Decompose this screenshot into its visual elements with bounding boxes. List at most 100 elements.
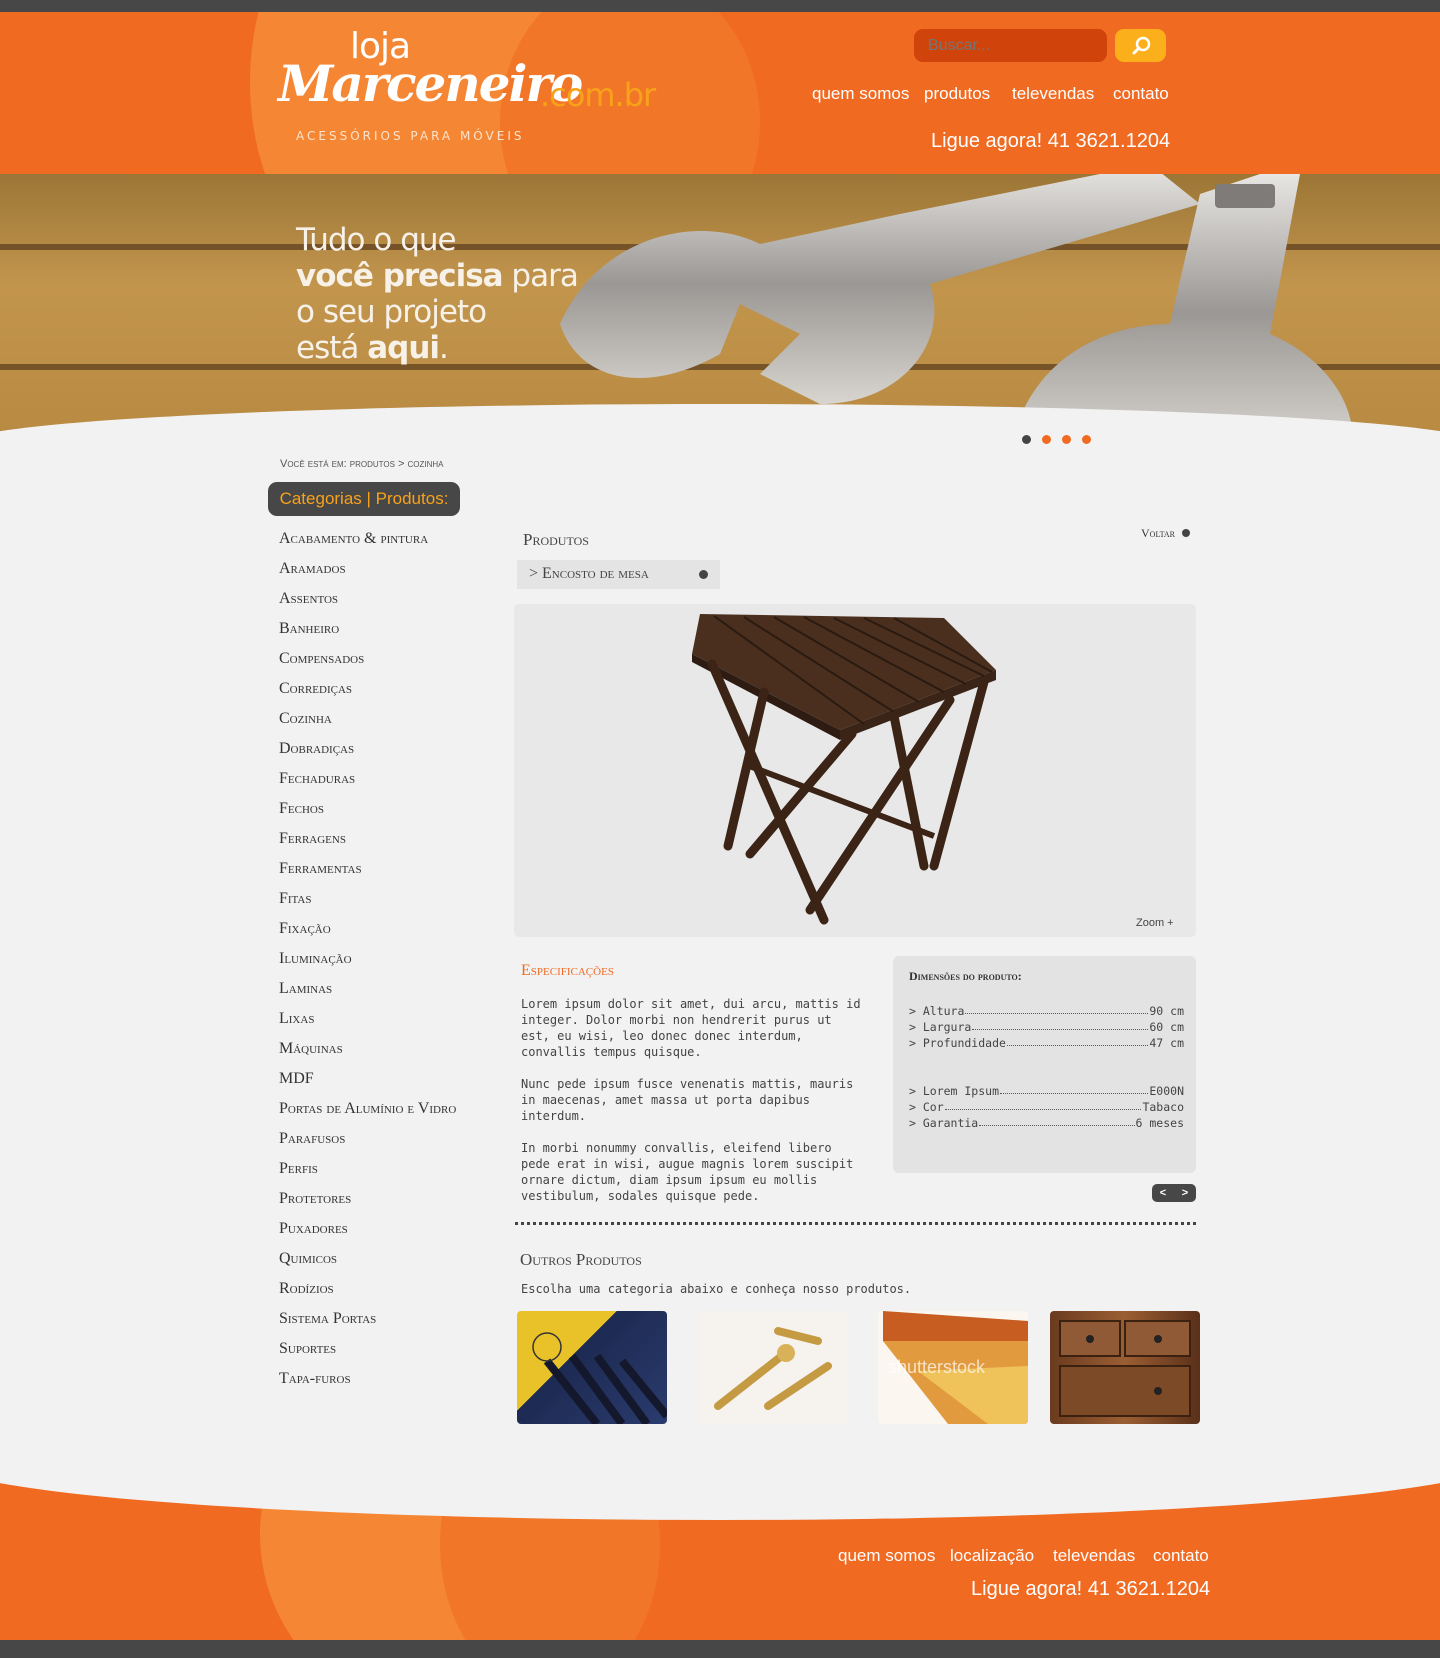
- category-item[interactable]: Perfis: [279, 1160, 456, 1190]
- dimensions-title: Dimensões do produto:: [909, 969, 1022, 983]
- product-name: > Encosto de mesa: [529, 565, 649, 582]
- dimension-row: > Cor Tabaco: [909, 1100, 1184, 1114]
- dimension-value: 90 cm: [1149, 1004, 1184, 1018]
- dimension-label: > Altura: [909, 1004, 965, 1018]
- category-item[interactable]: Fixação: [279, 920, 456, 950]
- category-item[interactable]: Lixas: [279, 1010, 456, 1040]
- category-item[interactable]: Ferragens: [279, 830, 456, 860]
- product-photo[interactable]: [514, 604, 1196, 937]
- category-item[interactable]: Corrediças: [279, 680, 456, 710]
- search-input[interactable]: [914, 29, 1107, 62]
- pin-icon: [1181, 529, 1190, 537]
- pin-icon: [699, 570, 708, 579]
- back-link[interactable]: Voltar: [1141, 526, 1190, 541]
- table-image: [692, 614, 996, 925]
- other-products-title: Outros Produtos: [520, 1250, 642, 1269]
- dimension-row: > Altura 90 cm: [909, 1004, 1184, 1018]
- dimension-label: > Profundidade: [909, 1036, 1006, 1050]
- category-item[interactable]: Ferramentas: [279, 860, 456, 890]
- dotted-leader: [1006, 1036, 1149, 1046]
- slider-dot-1[interactable]: [1022, 435, 1031, 444]
- specs-title: Especificações: [521, 962, 614, 979]
- footer-nav-contato[interactable]: contato: [1153, 1546, 1209, 1566]
- category-item[interactable]: Sistema Portas: [279, 1310, 456, 1340]
- footer-nav-localizacao[interactable]: localização: [950, 1546, 1034, 1566]
- category-item[interactable]: Suportes: [279, 1340, 456, 1370]
- footer-nav-televendas[interactable]: televendas: [1053, 1546, 1135, 1566]
- site-logo[interactable]: loja Marceneiro .com.br ACESSÓRIOS PARA …: [278, 26, 658, 146]
- category-item[interactable]: Parafusos: [279, 1130, 456, 1160]
- banding-image: shutterstock: [883, 1311, 1028, 1424]
- category-item[interactable]: Fitas: [279, 890, 456, 920]
- category-item[interactable]: Tapa-furos: [279, 1370, 456, 1400]
- dimensions-box: Dimensões do produto: > Altura 90 cm > Lar…: [893, 956, 1196, 1173]
- dimension-row: > Garantia 6 meses: [909, 1116, 1184, 1130]
- other-products-subtitle: Escolha uma categoria abaixo e conheça n…: [521, 1282, 912, 1296]
- dimension-label: > Garantia: [909, 1116, 979, 1130]
- screws-image: [714, 1327, 832, 1410]
- dimension-value: E000N: [1149, 1084, 1184, 1098]
- logo-brand: Marceneiro: [278, 54, 583, 113]
- nav-contato[interactable]: contato: [1113, 84, 1169, 104]
- slider-dot-4[interactable]: [1082, 435, 1091, 444]
- category-item[interactable]: Iluminação: [279, 950, 456, 980]
- bottom-bar: [0, 1640, 1440, 1658]
- spec-paragraph: Lorem ipsum dolor sit amet, dui arcu, ma…: [521, 997, 861, 1059]
- footer-nav-quem-somos[interactable]: quem somos: [838, 1546, 935, 1566]
- header: [0, 12, 1440, 174]
- thumb-tools[interactable]: [517, 1311, 667, 1424]
- nav-televendas[interactable]: televendas: [1012, 84, 1094, 104]
- zoom-button[interactable]: Zoom +: [1136, 917, 1174, 929]
- dotted-leader: [944, 1100, 1142, 1110]
- dimension-row: > Profundidade 47 cm: [909, 1036, 1184, 1050]
- product-pager[interactable]: < >: [1152, 1184, 1196, 1202]
- product-name-tag[interactable]: > Encosto de mesa: [517, 560, 720, 589]
- category-item[interactable]: Cozinha: [279, 710, 456, 740]
- spec-paragraph: Nunc pede ipsum fusce venenatis mattis, …: [521, 1077, 854, 1123]
- category-item[interactable]: Rodízios: [279, 1280, 456, 1310]
- category-item[interactable]: Acabamento & pintura: [279, 530, 456, 560]
- category-item[interactable]: Protetores: [279, 1190, 456, 1220]
- category-item[interactable]: Aramados: [279, 560, 456, 590]
- category-item[interactable]: Laminas: [279, 980, 456, 1010]
- slider-dots-container: [978, 410, 1133, 460]
- category-item[interactable]: Máquinas: [279, 1040, 456, 1070]
- category-item[interactable]: Banheiro: [279, 620, 456, 650]
- category-item[interactable]: Quimicos: [279, 1250, 456, 1280]
- divider: [515, 1222, 1196, 1225]
- pager-next[interactable]: >: [1182, 1187, 1188, 1199]
- dimension-value: Tabaco: [1142, 1100, 1184, 1114]
- pager-prev[interactable]: <: [1160, 1187, 1166, 1199]
- thumb-edge-banding[interactable]: shutterstock: [878, 1311, 1028, 1424]
- category-item[interactable]: Puxadores: [279, 1220, 456, 1250]
- dimension-label: > Cor: [909, 1100, 944, 1114]
- thumb-screws[interactable]: [698, 1311, 848, 1424]
- search-button[interactable]: [1115, 29, 1166, 62]
- category-item[interactable]: Dobradiças: [279, 740, 456, 770]
- watermark: shutterstock: [888, 1357, 986, 1377]
- section-title: Produtos: [523, 530, 589, 549]
- category-item[interactable]: Portas de Alumínio e Vidro: [279, 1100, 456, 1130]
- thumb-drawers[interactable]: [1050, 1311, 1200, 1424]
- slider-dot-3[interactable]: [1062, 435, 1071, 444]
- specs-text: Lorem ipsum dolor sit amet, dui arcu, ma…: [521, 996, 866, 1220]
- category-item[interactable]: Fechos: [279, 800, 456, 830]
- dotted-leader: [979, 1116, 1135, 1126]
- slider-dot-2[interactable]: [1042, 435, 1051, 444]
- drawers-image: [1059, 1320, 1191, 1417]
- dimension-value: 47 cm: [1149, 1036, 1184, 1050]
- back-label: Voltar: [1141, 526, 1175, 540]
- logo-domain: .com.br: [540, 76, 656, 114]
- category-item[interactable]: MDF: [279, 1070, 456, 1100]
- category-item[interactable]: Compensados: [279, 650, 456, 680]
- footer-phone: Ligue agora! 41 3621.1204: [971, 1578, 1211, 1600]
- category-item[interactable]: Fechaduras: [279, 770, 456, 800]
- category-list: Acabamento & pintura Aramados Assentos Banh…: [279, 530, 456, 1400]
- nav-produtos[interactable]: produtos: [924, 84, 990, 104]
- nav-quem-somos[interactable]: quem somos: [812, 84, 909, 104]
- category-item[interactable]: Assentos: [279, 590, 456, 620]
- breadcrumb: Você está em: produtos > cozinha: [280, 458, 444, 470]
- dimension-value: 6 meses: [1135, 1116, 1184, 1130]
- search-icon: [1132, 36, 1150, 54]
- hero-headline: Tudo o que você precisa para o seu proje…: [296, 222, 579, 366]
